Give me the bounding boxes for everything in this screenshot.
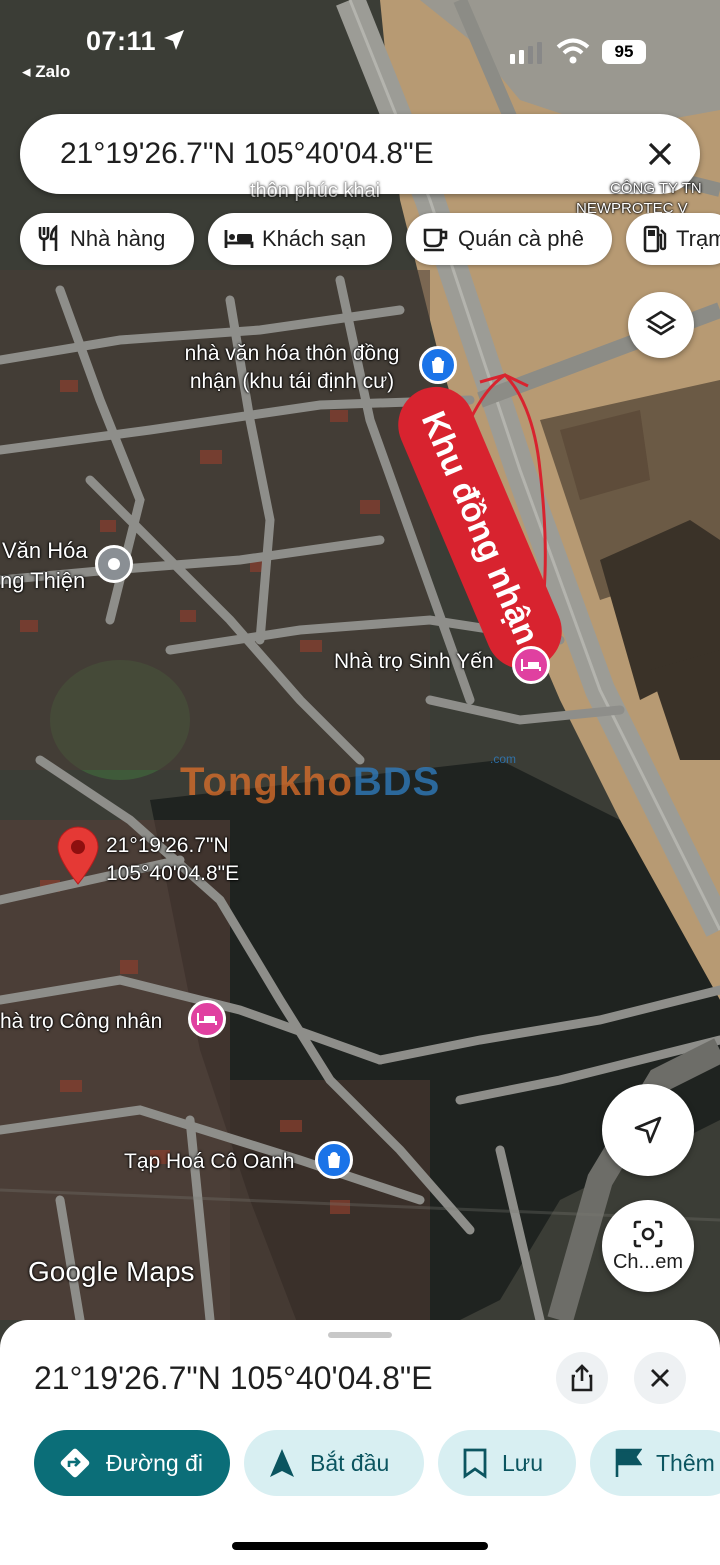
chip-hotels[interactable]: Khách sạn [208, 213, 392, 265]
more-button[interactable]: Thêm [590, 1430, 720, 1496]
place-label-cong-nhan[interactable]: hà trọ Công nhân [0, 1010, 162, 1034]
search-query[interactable]: 21°19'26.7"N 105°40'04.8"E [60, 137, 434, 171]
more-label: Thêm [656, 1449, 715, 1476]
dropped-pin-icon[interactable] [56, 826, 100, 886]
chip-label: Khách sạn [262, 226, 366, 251]
share-icon [571, 1364, 593, 1392]
place-dot-icon[interactable] [95, 545, 133, 583]
camera-lens-icon [633, 1220, 663, 1247]
navigation-arrow-icon [634, 1116, 662, 1144]
chip-cafes[interactable]: Quán cà phê [406, 213, 612, 265]
chip-gas-stations[interactable]: Trạm [626, 213, 720, 265]
wifi-icon [556, 38, 590, 64]
coffee-icon [423, 228, 448, 252]
layers-button[interactable] [628, 292, 694, 358]
sheet-title: 21°19'26.7"N 105°40'04.8"E [34, 1360, 433, 1396]
bed-icon[interactable] [512, 646, 550, 684]
shopping-bag-icon[interactable] [315, 1141, 353, 1179]
lens-button[interactable]: Ch...em [602, 1200, 694, 1292]
chip-label: Trạm [676, 226, 720, 251]
restaurant-icon [38, 225, 58, 251]
google-maps-logo: Google Maps [28, 1256, 195, 1287]
cellular-signal-icon [510, 42, 542, 64]
start-button[interactable]: Bắt đầu [244, 1430, 424, 1496]
shopping-bag-icon[interactable] [419, 346, 457, 384]
status-bar: 07:11 ◂ Zalo 95 [0, 0, 720, 100]
chip-restaurants[interactable]: Nhà hàng [20, 213, 194, 265]
my-location-button[interactable] [602, 1084, 694, 1176]
directions-icon [60, 1448, 90, 1478]
place-label-thien[interactable]: ng Thiện [0, 568, 85, 594]
close-icon [651, 1369, 669, 1387]
share-button[interactable] [556, 1352, 608, 1404]
lens-label: Ch...em [612, 1250, 684, 1273]
bed-icon[interactable] [188, 1000, 226, 1038]
chip-label: Nhà hàng [70, 226, 166, 251]
bookmark-icon [463, 1448, 487, 1479]
save-label: Lưu [502, 1449, 543, 1476]
watermark: TongkhoBDS [180, 760, 441, 804]
save-button[interactable]: Lưu [438, 1430, 576, 1496]
layers-icon [645, 310, 677, 336]
directions-button[interactable]: Đường đi [34, 1430, 230, 1496]
location-arrow-icon [164, 30, 184, 50]
start-label: Bắt đầu [310, 1449, 390, 1476]
hotel-icon [224, 230, 254, 248]
close-sheet-button[interactable] [634, 1352, 686, 1404]
map-label-company: CÔNG TY TN [610, 180, 702, 197]
place-label-van-hoa[interactable]: Văn Hóa [2, 538, 88, 564]
close-icon[interactable] [646, 140, 674, 168]
place-label-cultural-house[interactable]: nhà văn hóa thôn đồng nhận (khu tái định… [172, 340, 412, 396]
place-bottom-sheet[interactable]: 21°19'26.7"N 105°40'04.8"E Đường đi Bắt … [0, 1320, 720, 1565]
directions-label: Đường đi [106, 1449, 203, 1476]
place-label-sinh-yen[interactable]: Nhà trọ Sinh Yến [334, 650, 494, 674]
pin-coordinate-label: 21°19'26.7"N 105°40'04.8"E [106, 834, 240, 885]
watermark-suffix: .com [490, 752, 517, 766]
flag-icon [615, 1448, 642, 1477]
map-label-faded: thôn phúc khai [250, 180, 381, 202]
place-label-tap-hoa[interactable]: Tạp Hoá Cô Oanh [124, 1150, 294, 1174]
chip-label: Quán cà phê [458, 226, 584, 251]
battery-indicator: 95 [602, 40, 646, 64]
navigate-icon [270, 1449, 294, 1477]
home-indicator[interactable] [232, 1542, 488, 1550]
gas-station-icon [643, 225, 667, 253]
back-to-app-link[interactable]: ◂ Zalo [22, 62, 70, 82]
drag-handle[interactable] [328, 1332, 392, 1338]
clock: 07:11 [86, 26, 157, 56]
